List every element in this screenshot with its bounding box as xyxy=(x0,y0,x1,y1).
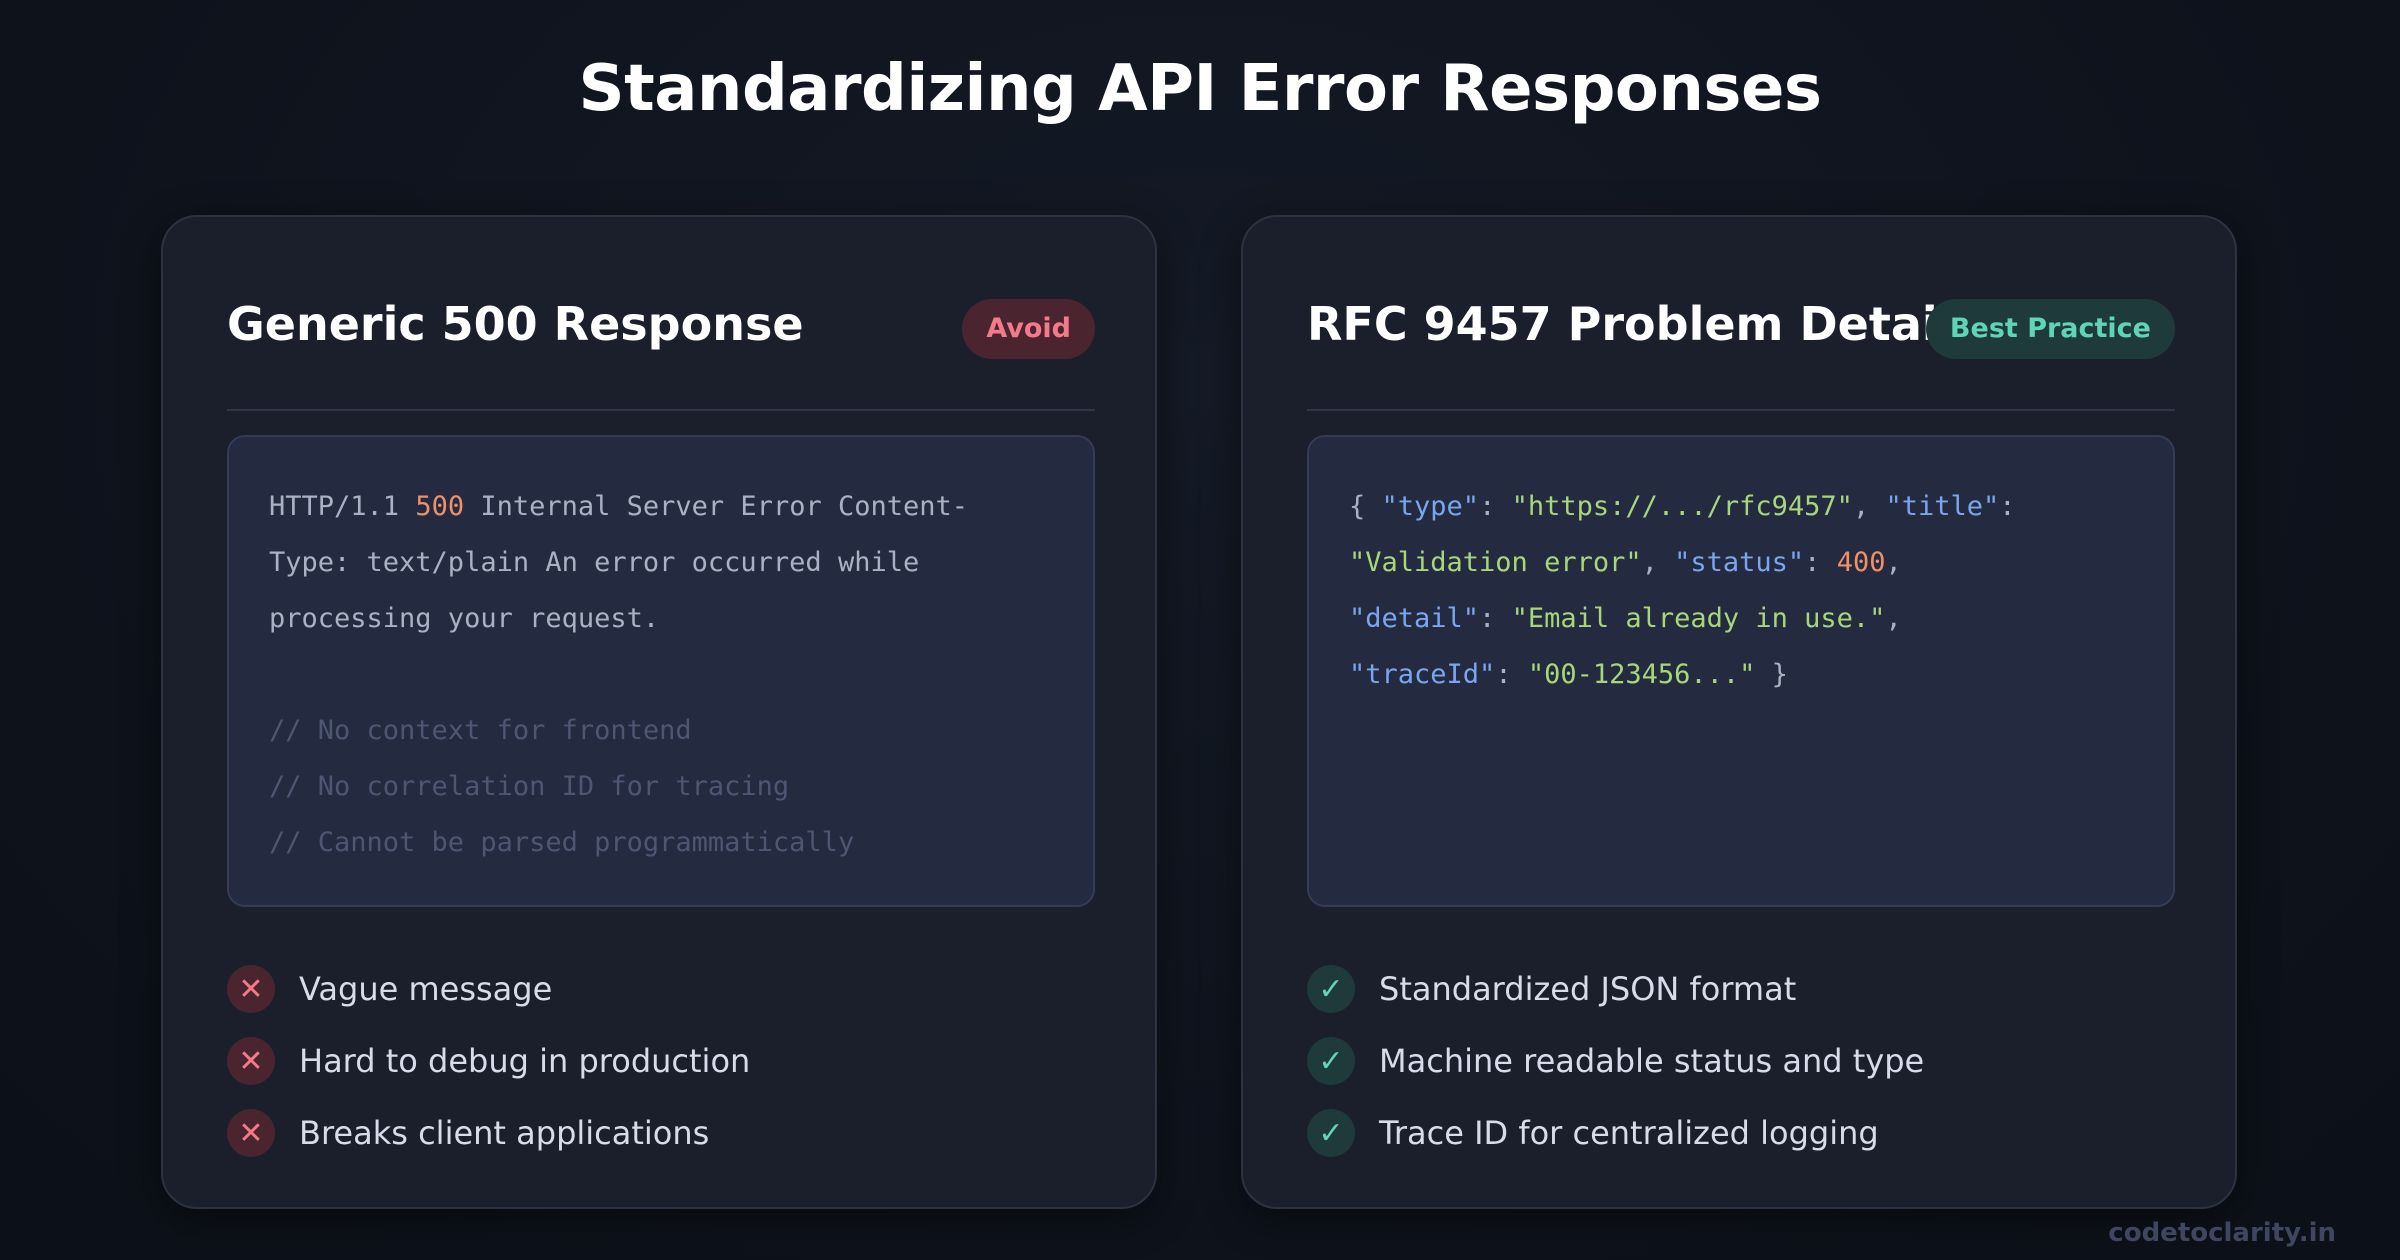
code-comment: // No context for frontend xyxy=(269,715,692,746)
best-practice-badge: Best Practice xyxy=(1925,299,2175,359)
drawbacks-list: ✕ Vague message ✕ Hard to debug in produ… xyxy=(227,953,1095,1169)
check-icon: ✓ xyxy=(1307,965,1355,1013)
list-item: ✕ Vague message xyxy=(227,953,1095,1025)
avoid-badge: Avoid xyxy=(962,299,1095,359)
list-item: ✕ Hard to debug in production xyxy=(227,1025,1095,1097)
code-line: Type: text/plain An error occurred while xyxy=(269,547,920,578)
benefits-list: ✓ Standardized JSON format ✓ Machine rea… xyxy=(1307,953,2175,1169)
list-item-text: Hard to debug in production xyxy=(299,1042,751,1080)
list-item: ✓ Trace ID for centralized logging xyxy=(1307,1097,2175,1169)
check-icon: ✓ xyxy=(1307,1037,1355,1085)
code-block: HTTP/1.1 500 Internal Server Error Conte… xyxy=(227,435,1095,907)
list-item-text: Trace ID for centralized logging xyxy=(1379,1114,1879,1152)
code-block: { "type": "https://.../rfc9457", "title"… xyxy=(1307,435,2175,907)
x-icon: ✕ xyxy=(227,1037,275,1085)
code-line: "detail": "Email already in use.", xyxy=(1349,603,1902,634)
list-item: ✓ Standardized JSON format xyxy=(1307,953,2175,1025)
card-header: Generic 500 Response Avoid xyxy=(227,283,1095,411)
list-item-text: Machine readable status and type xyxy=(1379,1042,1925,1080)
x-icon: ✕ xyxy=(227,965,275,1013)
code-comment: // No correlation ID for tracing xyxy=(269,771,790,802)
code-line: { "type": "https://.../rfc9457", "title"… xyxy=(1349,491,2016,522)
card-header: RFC 9457 Problem Details Best Practice xyxy=(1307,283,2175,411)
x-icon: ✕ xyxy=(227,1109,275,1157)
list-item-text: Vague message xyxy=(299,970,553,1008)
code-line: HTTP/1.1 500 Internal Server Error Conte… xyxy=(269,491,969,522)
list-item: ✓ Machine readable status and type xyxy=(1307,1025,2175,1097)
list-item-text: Breaks client applications xyxy=(299,1114,710,1152)
card-title: RFC 9457 Problem Details xyxy=(1307,297,1981,351)
footer-brand: codetoclarity.in xyxy=(2108,1218,2336,1248)
code-line: "traceId": "00-123456..." } xyxy=(1349,659,1788,690)
code-line: processing your request. xyxy=(269,603,660,634)
check-icon: ✓ xyxy=(1307,1109,1355,1157)
page-title: Standardizing API Error Responses xyxy=(578,52,1823,126)
list-item: ✕ Breaks client applications xyxy=(227,1097,1095,1169)
code-comment: // Cannot be parsed programmatically xyxy=(269,827,855,858)
generic-500-card: Generic 500 Response Avoid HTTP/1.1 500 … xyxy=(161,215,1157,1209)
list-item-text: Standardized JSON format xyxy=(1379,970,1797,1008)
card-title: Generic 500 Response xyxy=(227,297,804,351)
code-line: "Validation error", "status": 400, xyxy=(1349,547,1902,578)
rfc9457-card: RFC 9457 Problem Details Best Practice {… xyxy=(1241,215,2237,1209)
